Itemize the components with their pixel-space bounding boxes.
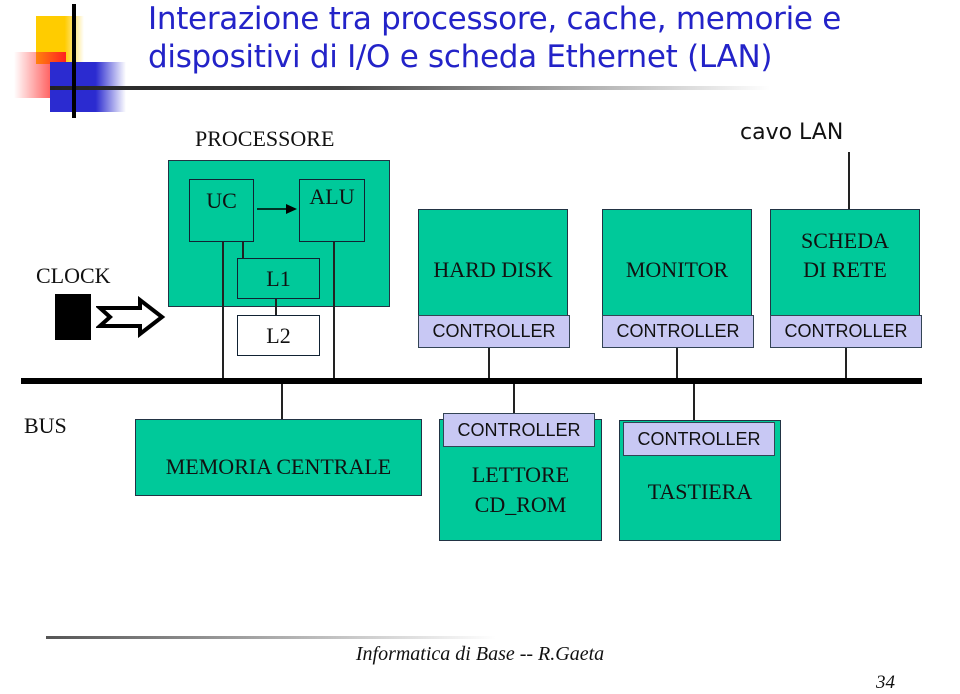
monitor-label: MONITOR	[625, 256, 729, 282]
uc-box: UC	[189, 179, 254, 242]
l2-cache-box: L2	[237, 315, 320, 356]
slide-title: Interazione tra processore, cache, memor…	[148, 0, 841, 76]
network-card-box: SCHEDA DI RETE	[770, 209, 920, 316]
l1-cache-box: L1	[237, 258, 320, 299]
uc-bus-line	[222, 242, 224, 379]
uc-l1-line	[242, 242, 244, 258]
keyboard-controller: CONTROLLER	[623, 422, 775, 456]
footer-divider	[46, 636, 496, 639]
l1-l2-line	[275, 299, 277, 315]
network-card-label-1: SCHEDA	[800, 228, 889, 253]
alu-box: ALU	[299, 179, 365, 242]
network-card-label-2: DI RETE	[803, 257, 887, 282]
decor-vertical-bar	[72, 4, 76, 118]
network-card-bus-line	[845, 348, 847, 379]
keyboard-bus-line	[693, 384, 695, 422]
bus-label: BUS	[24, 413, 67, 438]
cavo-lan-label: cavo LAN	[740, 120, 844, 145]
hard-disk-controller: CONTROLLER	[418, 315, 570, 348]
system-bus	[21, 378, 922, 384]
hard-disk-controller-label: CONTROLLER	[432, 321, 556, 341]
alu-bus-line	[333, 242, 335, 379]
hard-disk-bus-line	[488, 348, 490, 379]
monitor-bus-line	[676, 348, 678, 379]
page-number: 34	[876, 672, 895, 693]
memory-bus-line	[281, 384, 283, 419]
monitor-controller-label: CONTROLLER	[616, 321, 740, 341]
l2-label: L2	[266, 322, 291, 348]
network-card-controller: CONTROLLER	[770, 315, 922, 348]
clock-arrow-icon	[96, 296, 166, 338]
footer-text: Informatica di Base -- R.Gaeta	[355, 643, 605, 665]
monitor-controller: CONTROLLER	[602, 315, 754, 348]
processore-label: PROCESSORE	[195, 126, 335, 151]
cdrom-bus-line	[513, 384, 515, 414]
uc-label: UC	[206, 187, 237, 213]
main-memory-label: MEMORIA CENTRALE	[165, 453, 392, 479]
monitor-box: MONITOR	[602, 209, 752, 316]
clock-block	[55, 294, 91, 340]
cdrom-label-2: CD_ROM	[474, 492, 567, 517]
network-card-controller-label: CONTROLLER	[784, 321, 908, 341]
clock-label: CLOCK	[36, 263, 111, 288]
cdrom-controller: CONTROLLER	[443, 413, 595, 447]
l1-label: L1	[266, 265, 291, 291]
cdrom-controller-label: CONTROLLER	[457, 419, 581, 440]
title-line-1: Interazione tra processore, cache, memor…	[148, 1, 841, 37]
keyboard-label: TASTIERA	[647, 478, 753, 504]
title-underline	[50, 86, 770, 90]
title-line-2: dispositivi di I/O e scheda Ethernet (LA…	[148, 39, 773, 75]
cdrom-label-1: LETTORE	[471, 462, 570, 487]
keyboard-controller-label: CONTROLLER	[637, 428, 761, 449]
main-memory-box: MEMORIA CENTRALE	[135, 419, 422, 496]
alu-label: ALU	[309, 183, 355, 209]
lan-cable-line	[848, 152, 850, 209]
hard-disk-box: HARD DISK	[418, 209, 568, 316]
uc-to-alu-arrow-icon	[257, 204, 297, 214]
hard-disk-label: HARD DISK	[433, 256, 553, 282]
